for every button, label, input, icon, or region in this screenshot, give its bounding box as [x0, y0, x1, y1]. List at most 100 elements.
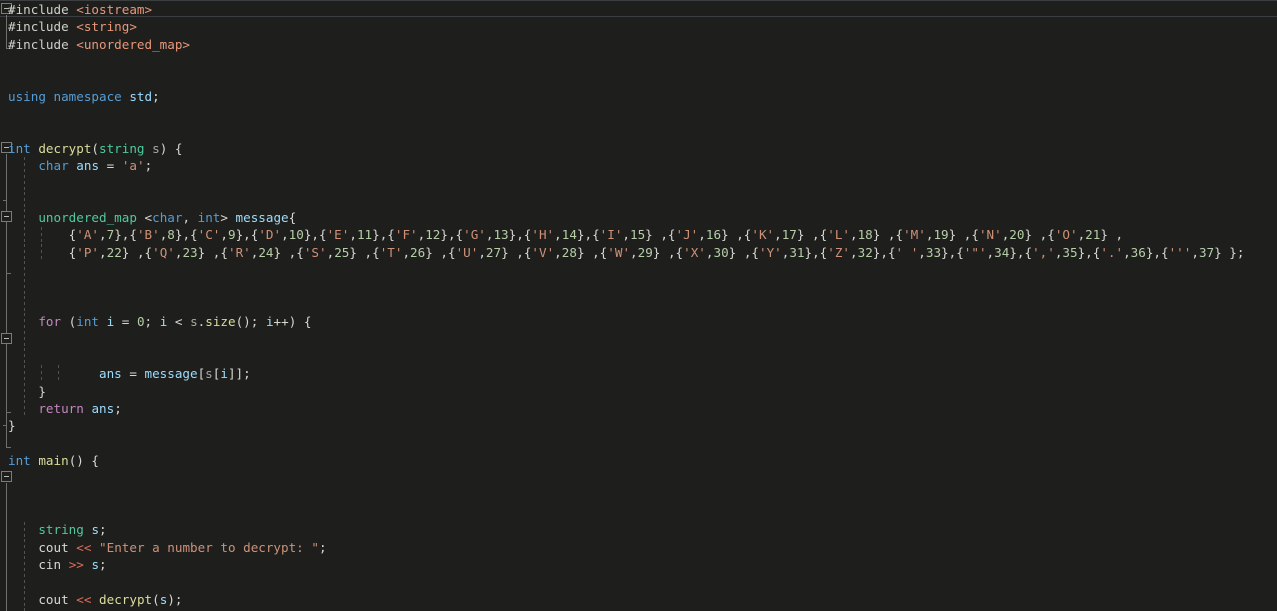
code-line[interactable] [8, 487, 1244, 504]
code-line[interactable]: } [8, 383, 1244, 400]
code-token: ; [99, 522, 107, 538]
code-line[interactable] [8, 296, 1244, 313]
code-token: = [121, 366, 145, 382]
code-token: },{ [576, 227, 600, 243]
code-token: , [698, 227, 706, 243]
code-token: return [38, 400, 84, 416]
code-token: } [38, 383, 46, 399]
code-content[interactable]: #include <iostream> #include <string> #inc… [8, 1, 1244, 611]
code-token: ( [91, 140, 100, 156]
code-line[interactable] [8, 105, 1244, 122]
code-token: , [850, 244, 858, 260]
code-token: 27 [485, 244, 502, 260]
code-token: 'Q' [152, 244, 175, 260]
code-line[interactable]: #include <unordered_map> [8, 36, 1244, 53]
code-line[interactable]: for (int i = 0; i < s.size(); i++) { [8, 313, 1244, 330]
code-line[interactable] [8, 573, 1244, 590]
code-token: , [402, 244, 411, 260]
code-line[interactable]: #include <iostream> [8, 1, 1244, 18]
code-line[interactable]: } [8, 417, 1244, 434]
code-line[interactable]: cout << decrypt(s); [8, 591, 1244, 608]
code-token: 15 [630, 227, 646, 243]
code-line[interactable]: {'P',22} ,{'Q',23} ,{'R',24} ,{'S',25} ,… [8, 244, 1245, 261]
code-line[interactable]: string s; [8, 521, 1244, 538]
code-token: #include [8, 2, 77, 17]
code-token: 24 [258, 244, 274, 260]
code-token: } , [1100, 227, 1124, 243]
code-line[interactable]: cout << "Enter a number to decrypt: "; [8, 539, 1244, 556]
code-token: },{ [872, 244, 896, 260]
code-token: for [38, 314, 62, 330]
code-line[interactable]: using namespace std; [8, 88, 1244, 105]
code-line[interactable] [8, 331, 1244, 348]
code-line[interactable]: return ans; [8, 400, 1244, 417]
code-token: ans [99, 366, 122, 382]
code-token: '.' [1100, 244, 1124, 260]
code-token: "Enter a number to decrypt: " [99, 539, 319, 555]
code-line[interactable]: int main() { [8, 452, 1244, 469]
code-line[interactable]: char ans = 'a'; [8, 157, 1244, 174]
code-token: ++) { [273, 314, 312, 330]
code-token: 21 [1085, 227, 1101, 243]
fold-region-line [6, 15, 7, 48]
code-token: decrypt [38, 140, 92, 156]
code-line[interactable] [8, 435, 1244, 452]
code-token: ( [152, 591, 160, 607]
code-token: 'O' [1054, 227, 1078, 243]
code-token: } ,{ [948, 227, 979, 243]
code-token: , [349, 227, 357, 243]
code-token: <string> [76, 19, 137, 35]
code-line[interactable] [8, 174, 1244, 191]
code-line[interactable]: unordered_map <char, int> message{ [8, 209, 1244, 226]
code-editor[interactable]: #include <iostream> #include <string> #inc… [0, 0, 1277, 611]
code-token: 20 [1009, 227, 1025, 243]
code-token: 'E' [326, 227, 350, 243]
code-token: <unordered_map> [76, 36, 190, 52]
code-line[interactable] [8, 192, 1244, 209]
code-token: ; [152, 88, 160, 104]
code-token: 'G' [463, 227, 486, 243]
code-token: << [76, 539, 92, 555]
code-token: ; [99, 557, 107, 572]
code-token: 'R' [227, 244, 251, 260]
code-token: int [8, 452, 31, 468]
code-token: main [38, 452, 69, 468]
code-token: < [167, 314, 191, 330]
code-line[interactable] [8, 279, 1244, 296]
code-token: } ,{ [652, 244, 684, 260]
code-token: 18 [857, 227, 873, 243]
code-token: 'U' [455, 244, 479, 260]
code-line[interactable] [8, 348, 1244, 365]
code-token: () { [68, 452, 100, 468]
code-line[interactable] [8, 504, 1244, 521]
code-token: cin [38, 557, 62, 572]
code-token: 11 [356, 227, 373, 243]
code-line[interactable] [8, 53, 1244, 70]
code-token: },{ [941, 244, 964, 260]
code-line[interactable] [8, 261, 1244, 278]
code-token: string [38, 522, 84, 538]
code-token: },{ [235, 227, 259, 243]
code-line[interactable]: ans = message[s[i]]; [8, 365, 1244, 382]
code-line[interactable]: {'A',7},{'B',8},{'C',9},{'D',10},{'E',11… [8, 226, 1244, 243]
code-token: 10 [288, 227, 304, 243]
code-line[interactable] [8, 70, 1244, 87]
code-token: , [99, 244, 107, 260]
code-line[interactable]: int decrypt(string s) { [8, 140, 1244, 157]
code-token: 'Z' [827, 244, 851, 260]
code-line[interactable]: #include <string> [8, 18, 1244, 35]
code-line[interactable]: cin >> s; [8, 556, 1244, 573]
code-line[interactable] [8, 122, 1244, 139]
code-token: } ,{ [576, 244, 608, 260]
code-line[interactable] [8, 469, 1244, 486]
code-token: cout [38, 539, 69, 555]
